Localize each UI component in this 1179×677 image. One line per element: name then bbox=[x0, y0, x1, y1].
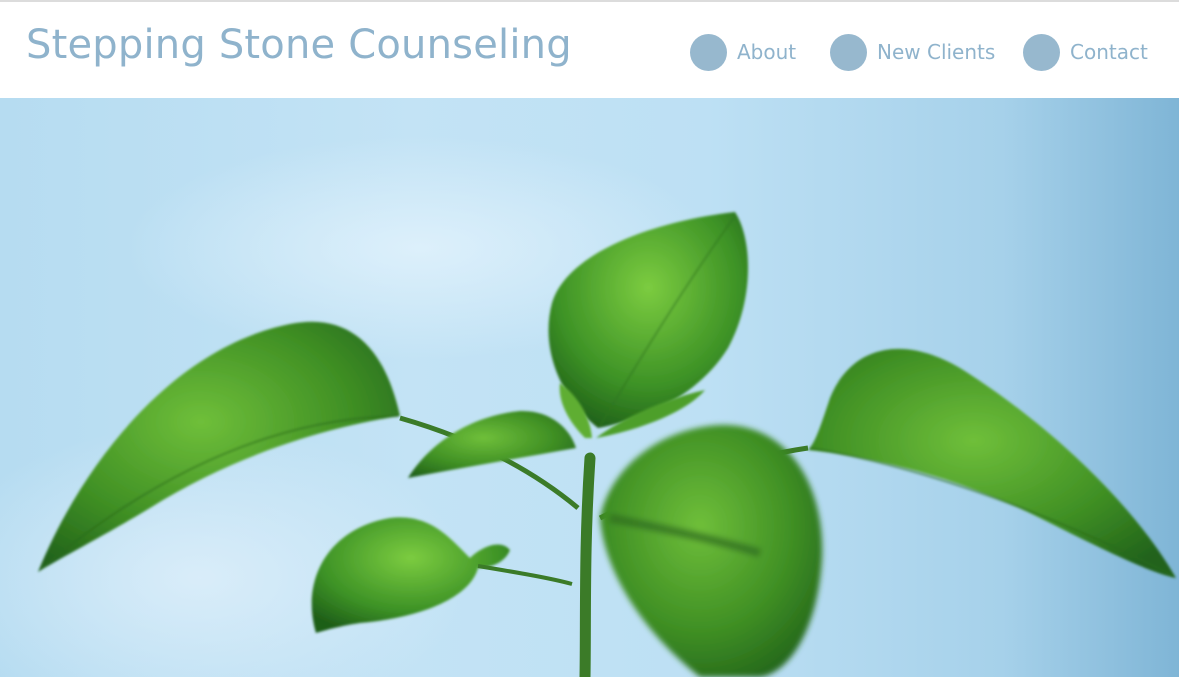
leaf-left bbox=[38, 321, 400, 572]
hero-image bbox=[0, 98, 1179, 677]
leaf-lower-left bbox=[311, 517, 510, 633]
nav-item-label: New Clients bbox=[877, 40, 996, 64]
nav-item-label: About bbox=[737, 40, 797, 64]
leaf-small-left bbox=[408, 410, 576, 478]
leaf-top bbox=[548, 212, 749, 428]
leaf-lower-center bbox=[600, 424, 823, 677]
nav-item-about[interactable]: About bbox=[690, 32, 796, 72]
leaf-stalk bbox=[477, 564, 573, 586]
nav-item-contact[interactable]: Contact bbox=[1023, 32, 1148, 72]
main-nav: About New Clients Contact bbox=[0, 32, 1179, 72]
plant-illustration bbox=[38, 212, 1176, 677]
circle-icon bbox=[1023, 33, 1060, 71]
nav-item-new-clients[interactable]: New Clients bbox=[830, 32, 995, 72]
circle-icon bbox=[690, 33, 727, 71]
nav-item-label: Contact bbox=[1070, 40, 1148, 64]
leaf-right bbox=[808, 348, 1176, 578]
site-header: Stepping Stone Counseling About New Clie… bbox=[0, 2, 1179, 98]
stem bbox=[579, 452, 596, 677]
circle-icon bbox=[830, 33, 867, 71]
